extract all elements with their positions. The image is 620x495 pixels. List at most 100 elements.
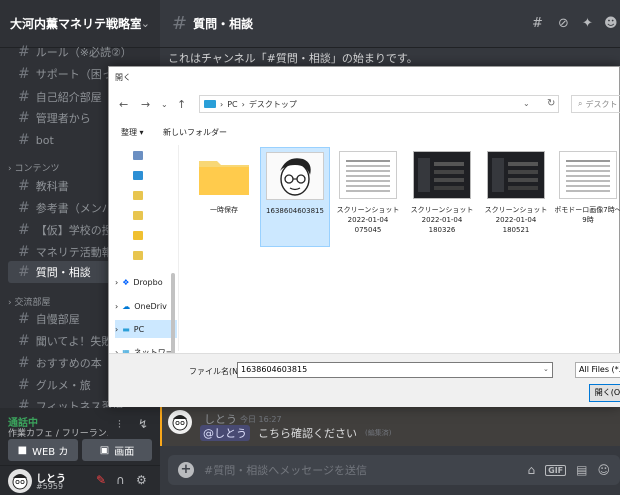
voice-panel: 通話中 作業カフェ / フリーラン... ⫶ ↯ ■ WEB カ ▣ 画面 [0,408,160,466]
gear-icon[interactable]: ⚙ [136,473,147,487]
screen-icon: ▣ [99,444,110,456]
pictures-icon[interactable] [133,171,143,180]
emoji-icon[interactable]: ☺ [597,463,610,477]
address-bar[interactable]: › PC › デスクトップ [199,95,559,113]
channel-label: 質問・相談 [35,266,91,279]
channel-label: おすすめの本 [35,357,102,370]
breadcrumb-pc[interactable]: PC [227,100,237,109]
screenshot-thumbnail [413,151,471,199]
hash-icon: # [18,311,30,327]
chevron-down-icon: ⌄ [140,17,150,30]
back-icon[interactable]: ← [119,98,128,111]
folder-icon[interactable] [133,231,143,240]
file-item[interactable]: スクリーンショット 2022-01-04 075045 [333,147,403,247]
notification-bell-icon[interactable]: ⊘ [558,16,569,31]
chevron-right-icon: › [115,301,119,311]
search-icon: ⌕ [578,99,583,108]
file-item[interactable]: スクリーンショット 2022-01-04 180521 [481,147,551,247]
user-discriminator: #5959 [36,482,64,491]
voice-channel-name[interactable]: 作業カフェ / フリーラン... [8,426,108,439]
file-item[interactable]: 一時保存 [189,147,259,247]
user-mention[interactable]: @しとう [200,425,250,441]
documents-icon[interactable] [133,151,143,160]
video-button[interactable]: ■ WEB カ [8,439,78,461]
noise-suppression-icon[interactable]: ⫶ [118,418,121,432]
refresh-icon[interactable]: ↻ [547,98,555,109]
folder-icon[interactable] [133,191,143,200]
folder-icon[interactable] [133,211,143,220]
mute-mic-icon[interactable]: ✎ [96,473,106,487]
message-text: こちら確認ください [258,427,357,440]
organize-menu[interactable]: 整理 ▾ [121,127,144,138]
hash-icon: # [18,89,30,105]
folder-icon[interactable] [133,251,143,260]
sticker-icon[interactable]: ▤ [576,463,587,477]
filename-label: ファイル名(N): [189,367,244,376]
chevron-down-icon[interactable]: ⌄ [161,100,168,109]
new-folder-button[interactable]: 新しいフォルダー [163,127,227,138]
category-social[interactable]: › 交流部屋 [8,295,50,308]
command-bar: 整理 ▾ 新しいフォルダー [109,123,620,143]
screenshot-thumbnail [487,151,545,199]
forward-icon[interactable]: → [141,98,150,111]
open-button[interactable]: 開く(O) [589,384,620,402]
avatar[interactable] [168,410,192,434]
channel-title: 質問・相談 [193,17,254,31]
dialog-title: 開く [115,73,131,82]
channel-label: グルメ・旅 [35,379,91,392]
user-panel: しとう #5959 ✎ ∩ ⚙ [0,466,160,495]
channel-header: # 質問・相談 [160,0,620,48]
file-name: スクリーンショット 2022-01-04 180326 [410,206,474,234]
file-name: スクリーンショット 2022-01-04 180521 [484,206,548,234]
file-item[interactable]: ポモドーロ画像7時～9時 [555,147,620,247]
cloud-icon: ☁ [122,301,131,311]
add-attachment-icon[interactable]: + [178,462,194,478]
channel-rules[interactable]: # ルール（※必読②） [8,41,156,63]
file-open-dialog: 開く ← → ⌄ ↑ › PC › デスクトップ ⌄ ↻ ⌕ デスクト 整理 ▾ … [108,66,620,407]
file-item-selected[interactable]: 1638604603815 [260,147,330,247]
channel-label: ルール（※必読②） [35,46,132,59]
file-name: ポモドーロ画像7時～9時 [555,206,620,224]
chevron-right-icon: › [115,277,119,287]
file-name: スクリーンショット 2022-01-04 075045 [336,206,400,234]
message-input[interactable]: #質問・相談へメッセージを送信 [204,462,528,478]
nav-onedrive[interactable]: › ☁ OneDriv [115,297,177,315]
channel-label: 教科書 [35,180,69,193]
gift-icon[interactable]: ⌂ [528,463,536,477]
filename-input[interactable]: 1638604603815 [237,362,553,378]
screen-share-button[interactable]: ▣ 画面 [82,439,152,461]
threads-icon[interactable]: # [532,16,543,31]
chevron-down-icon[interactable]: ⌄ [543,365,549,373]
hash-icon: # [18,110,30,126]
pin-icon[interactable]: ✦ [582,16,593,31]
message-composer[interactable]: + #質問・相談へメッセージを送信 ⌂ GIF ▤ ☺ [168,455,620,485]
category-content[interactable]: › コンテンツ [8,161,59,174]
nav-dropbox[interactable]: › ❖ Dropbo [115,273,177,291]
hash-icon: # [18,200,30,216]
server-name: 大河内薫マネリテ戦略室 [10,17,141,31]
hash-icon: # [18,44,30,60]
up-icon[interactable]: ↑ [177,98,186,111]
file-item[interactable]: スクリーンショット 2022-01-04 180326 [407,147,477,247]
document-thumbnail [339,151,397,199]
gif-icon[interactable]: GIF [545,464,567,476]
disconnect-icon[interactable]: ↯ [138,417,148,431]
members-icon[interactable]: ☻ [604,16,618,31]
discord-app: 大河内薫マネリテ戦略室 ⌄ # ルール（※必読②） # サポート（困った... # 自… [0,0,620,495]
headphones-icon[interactable]: ∩ [116,473,125,487]
avatar[interactable] [8,469,32,493]
channel-label: 自己紹介部屋 [35,91,102,104]
file-type-select[interactable]: All Files (*.*) [575,362,620,378]
nav-pc[interactable]: › ▬ PC [115,320,177,338]
hash-icon: # [18,377,30,393]
breadcrumb-desktop[interactable]: デスクトップ [249,99,297,110]
chevron-right-icon: › [115,324,119,334]
search-input[interactable]: ⌕ デスクト [571,95,620,113]
hash-icon: # [172,13,188,34]
file-name: 一時保存 [210,206,238,214]
hash-icon: # [18,333,30,349]
document-thumbnail [559,151,617,199]
channel-label: 自慢部屋 [35,313,80,326]
camera-icon: ■ [17,444,28,456]
chevron-down-icon[interactable]: ⌄ [523,99,530,108]
